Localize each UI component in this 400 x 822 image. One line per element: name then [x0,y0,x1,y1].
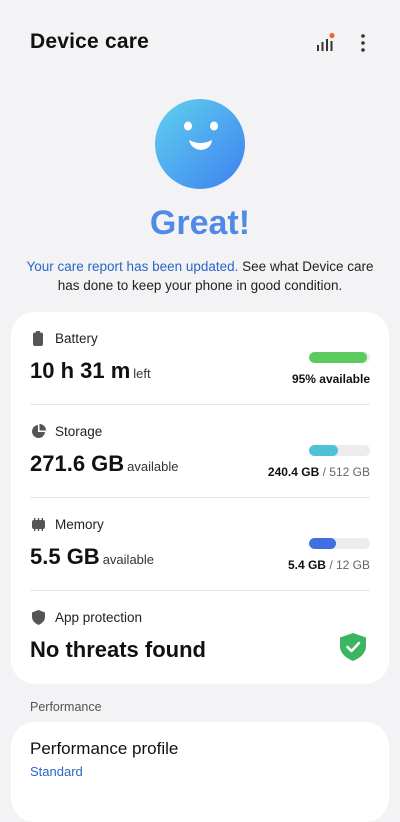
battery-label: Battery [55,331,98,346]
performance-profile-title: Performance profile [30,739,179,758]
battery-bar [309,352,370,363]
battery-value: 10 h 31 m left [30,358,151,384]
memory-chip-icon [30,516,46,532]
battery-time-left: 10 h 31 m [30,358,131,383]
storage-bar-fill [309,445,338,456]
storage-value: 271.6 GB available [30,451,179,477]
storage-row[interactable]: Storage 271.6 GB available 240.4 GB / 512… [11,405,389,498]
more-vertical-icon[interactable] [350,30,376,56]
shield-icon [30,609,46,625]
performance-profile-value: Standard [30,764,83,779]
storage-caption: 240.4 GB / 512 GB [267,465,370,479]
app-protection-value: No threats found [30,637,206,663]
memory-value: 5.5 GB available [30,544,154,570]
memory-bar [309,538,370,549]
battery-bar-fill [309,352,367,363]
battery-suffix: left [133,366,151,381]
app-protection-label: App protection [55,610,143,625]
smiley-face-icon [155,99,245,189]
care-report-text: Your care report has been updated. See w… [24,257,376,295]
care-status: Great! [149,204,251,242]
memory-available: 5.5 GB [30,544,100,569]
page-title: Device care [30,30,149,53]
pie-chart-icon [30,423,46,439]
battery-icon [30,330,46,346]
app-header: Device care [0,0,400,84]
memory-caption: 5.4 GB / 12 GB [287,558,370,572]
storage-suffix: available [127,459,179,474]
app-protection-status: No threats found [30,637,206,662]
memory-row[interactable]: Memory 5.5 GB available 5.4 GB / 12 GB [11,498,389,591]
storage-bar [309,445,370,456]
battery-caption: 95% available [291,372,370,386]
care-report-link[interactable]: Your care report has been updated. [27,259,239,274]
performance-profile-card[interactable]: Performance profile Standard [11,722,389,822]
bar-chart-icon[interactable] [312,30,338,56]
performance-section-label: Performance [30,700,102,714]
memory-label: Memory [55,517,104,532]
app-protection-row[interactable]: App protection No threats found [11,591,389,684]
battery-row[interactable]: Battery 10 h 31 m left 95% available [11,312,389,405]
memory-bar-fill [309,538,337,549]
device-status-card: Battery 10 h 31 m left 95% available Stor… [11,312,389,684]
storage-available: 271.6 GB [30,451,125,476]
memory-suffix: available [102,552,155,567]
storage-label: Storage [55,424,103,439]
shield-check-icon [340,633,366,661]
